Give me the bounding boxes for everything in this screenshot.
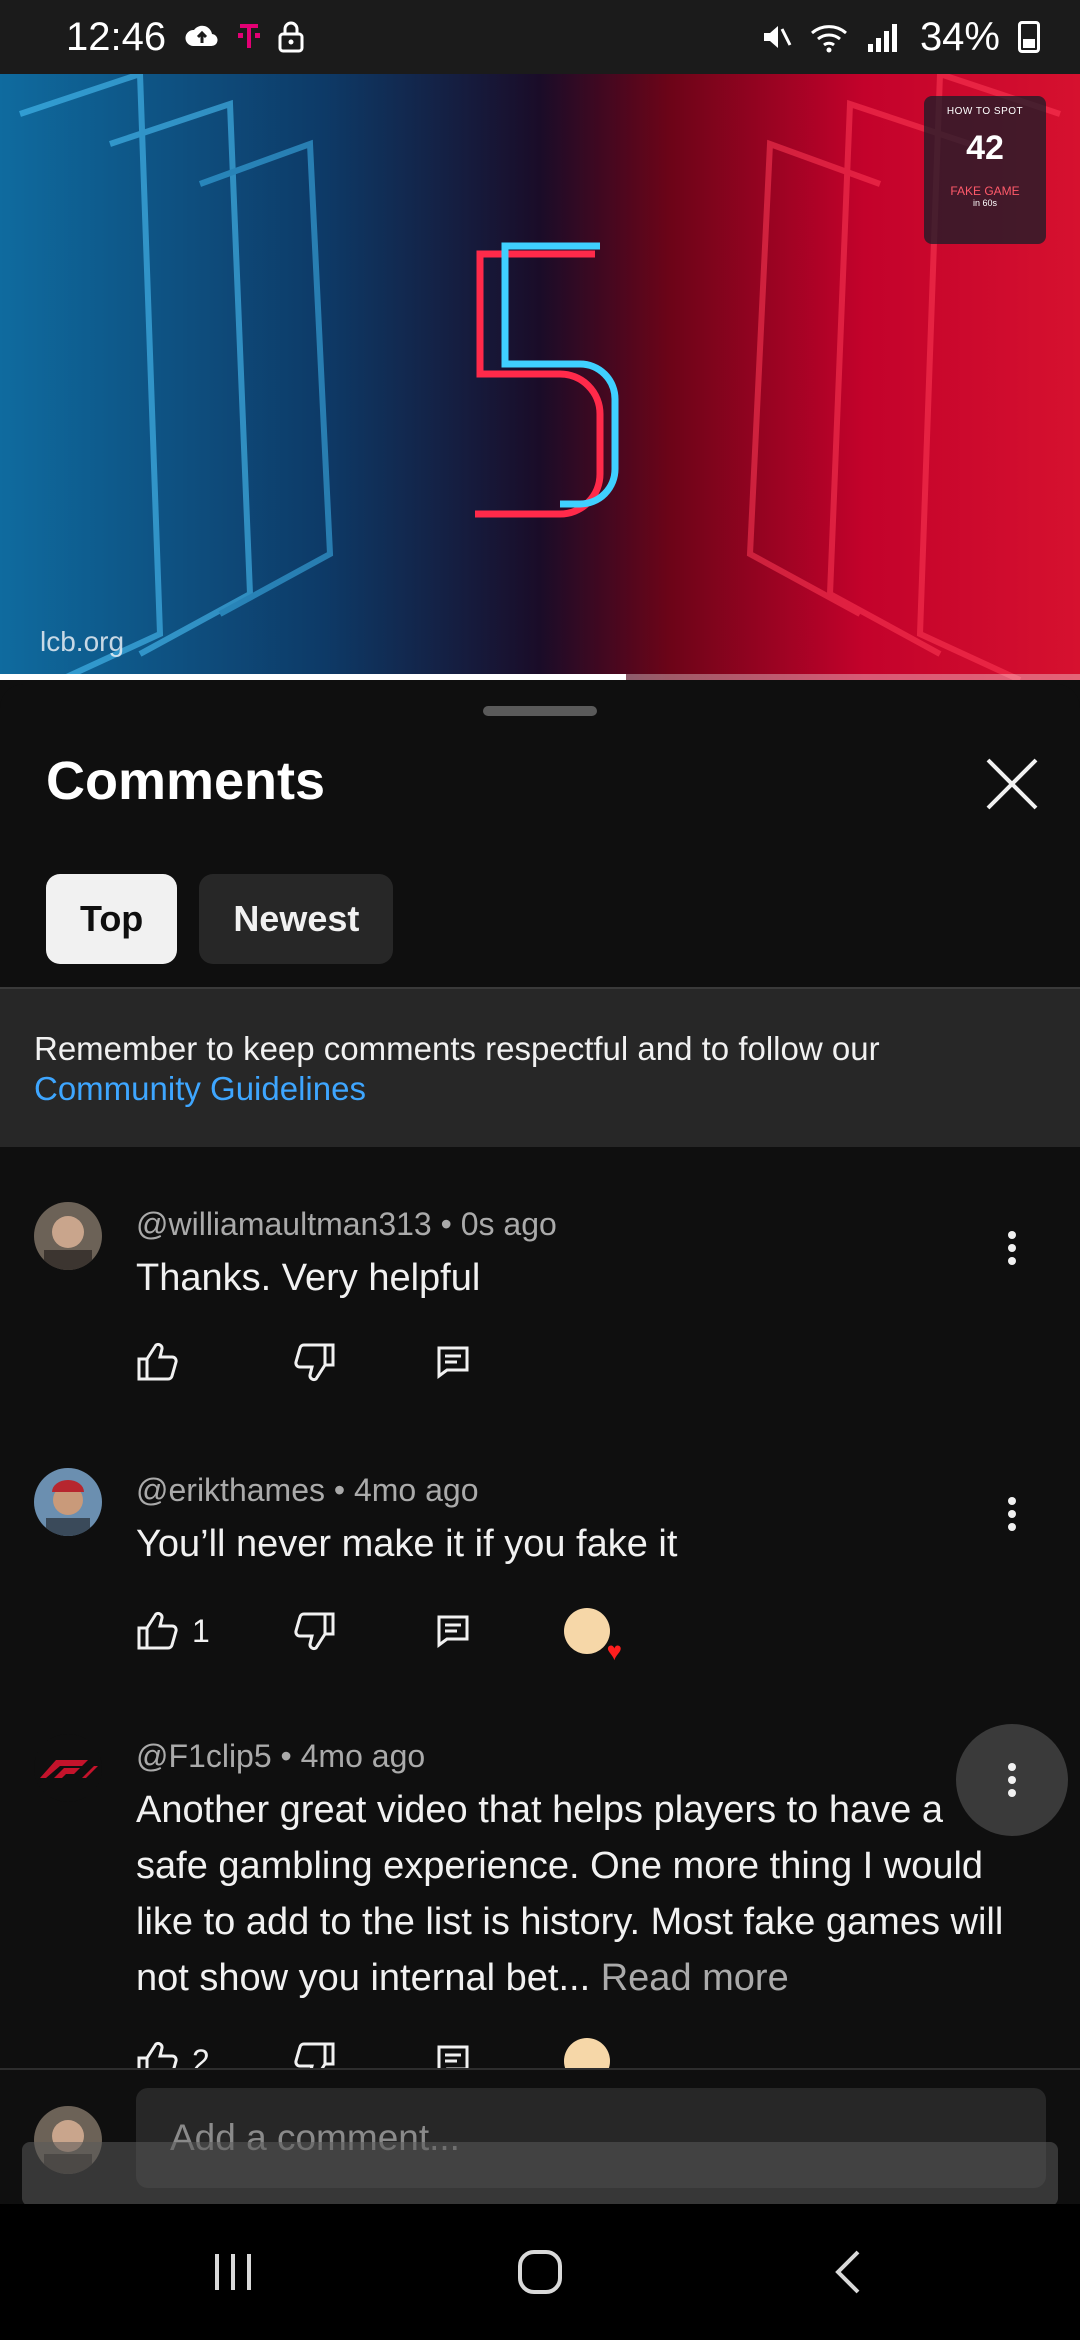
badge-bottom-text: FAKE GAME xyxy=(950,184,1020,198)
recent-apps-button[interactable] xyxy=(183,2232,283,2312)
comment-body: Another great video that helps players t… xyxy=(136,1789,1004,1999)
video-watermark: lcb.org xyxy=(40,626,125,657)
comment-composer: Add a comment... xyxy=(0,2068,1080,2206)
video-frame-art xyxy=(19,74,1061,680)
video-progress-fill xyxy=(0,674,627,680)
cloud-upload-icon xyxy=(184,22,220,52)
status-right: 34% xyxy=(760,15,1040,60)
video-player[interactable]: HOW TO SPOT 42 FAKE GAME in 60s lcb.org xyxy=(0,74,1080,680)
comment-more-button[interactable] xyxy=(956,1724,1068,1836)
like-count: 1 xyxy=(192,1612,210,1649)
comment-meta[interactable]: @williamaultman313 • 0s ago xyxy=(136,1206,557,1243)
comments-sheet: Comments Top Newest Remember to keep com… xyxy=(0,684,1080,2094)
dislike-button[interactable] xyxy=(294,1342,436,1382)
recent-apps-icon xyxy=(215,2254,252,2290)
comment-text: Another great video that helps players t… xyxy=(136,1782,1006,2006)
comment-text: Thanks. Very helpful xyxy=(136,1257,481,1299)
close-icon xyxy=(986,758,1038,810)
badge-sub-text: in 60s xyxy=(972,198,998,208)
creator-heart-badge: ♥ xyxy=(564,1608,622,1664)
more-vert-icon xyxy=(1008,1497,1016,1531)
reply-button[interactable] xyxy=(436,1345,564,1379)
chip-top[interactable]: Top xyxy=(46,874,178,964)
video-badge: HOW TO SPOT 42 FAKE GAME in 60s xyxy=(924,96,1046,244)
chip-newest[interactable]: Newest xyxy=(199,874,394,964)
comment-more-button[interactable] xyxy=(976,1478,1048,1550)
countdown-digit xyxy=(475,242,619,518)
heart-icon: ♥ xyxy=(606,1636,622,1666)
avatar[interactable] xyxy=(34,1468,102,1536)
comment-more-button[interactable] xyxy=(976,1212,1048,1284)
thumbs-up-icon xyxy=(137,1611,178,1650)
close-button[interactable] xyxy=(980,752,1044,816)
thumbs-down-icon xyxy=(294,1612,335,1651)
composer-overlay xyxy=(22,2142,1058,2206)
notice-text: Remember to keep comments respectful and… xyxy=(34,1030,880,1067)
back-icon xyxy=(834,2250,860,2294)
community-guidelines-link[interactable]: Community Guidelines xyxy=(34,1069,1046,1109)
guidelines-notice: Remember to keep comments respectful and… xyxy=(0,989,1080,1147)
back-button[interactable] xyxy=(797,2232,897,2312)
badge-number: 42 xyxy=(966,129,1004,167)
comment-actions xyxy=(136,1342,564,1382)
thumbs-up-icon xyxy=(137,1342,178,1381)
home-icon xyxy=(517,2250,562,2294)
system-nav-bar xyxy=(0,2204,1080,2340)
comment-meta[interactable]: @erikthames • 4mo ago xyxy=(136,1472,479,1509)
battery-icon xyxy=(1018,21,1040,53)
signal-icon xyxy=(867,22,902,52)
more-vert-icon xyxy=(1008,1231,1016,1265)
t-mobile-icon xyxy=(238,23,261,51)
home-button[interactable] xyxy=(490,2232,590,2312)
comment-actions: 1 ♥ xyxy=(136,1608,622,1664)
comment-text: You’ll never make it if you fake it xyxy=(136,1523,678,1565)
drag-handle[interactable] xyxy=(483,706,597,716)
reply-icon xyxy=(437,1346,469,1379)
mute-icon xyxy=(760,21,792,53)
status-left: 12:46 xyxy=(66,15,304,60)
like-button[interactable]: 1 xyxy=(136,1611,294,1651)
battery-percent: 34% xyxy=(919,14,1000,59)
dislike-button[interactable] xyxy=(294,1611,436,1651)
thumbs-down-icon xyxy=(294,1343,335,1382)
lock-icon xyxy=(278,21,304,53)
more-vert-icon xyxy=(1008,1763,1016,1797)
reply-button[interactable] xyxy=(436,1614,564,1648)
video-progress-bar[interactable] xyxy=(0,674,1080,680)
comment-meta[interactable]: @F1clip5 • 4mo ago xyxy=(136,1738,425,1775)
sheet-title: Comments xyxy=(46,751,326,811)
badge-top-text: HOW TO SPOT xyxy=(946,106,1024,117)
sort-chips: Top Newest xyxy=(46,874,394,964)
avatar[interactable] xyxy=(34,1734,102,1802)
f1-logo-icon xyxy=(40,1760,98,1778)
like-button[interactable] xyxy=(136,1342,294,1382)
wifi-icon xyxy=(810,21,850,53)
status-bar: 12:46 34% xyxy=(0,0,1080,74)
reply-icon xyxy=(437,1615,469,1648)
avatar[interactable] xyxy=(34,1202,102,1270)
read-more-link[interactable]: Read more xyxy=(601,1957,789,1999)
status-time: 12:46 xyxy=(66,14,167,59)
